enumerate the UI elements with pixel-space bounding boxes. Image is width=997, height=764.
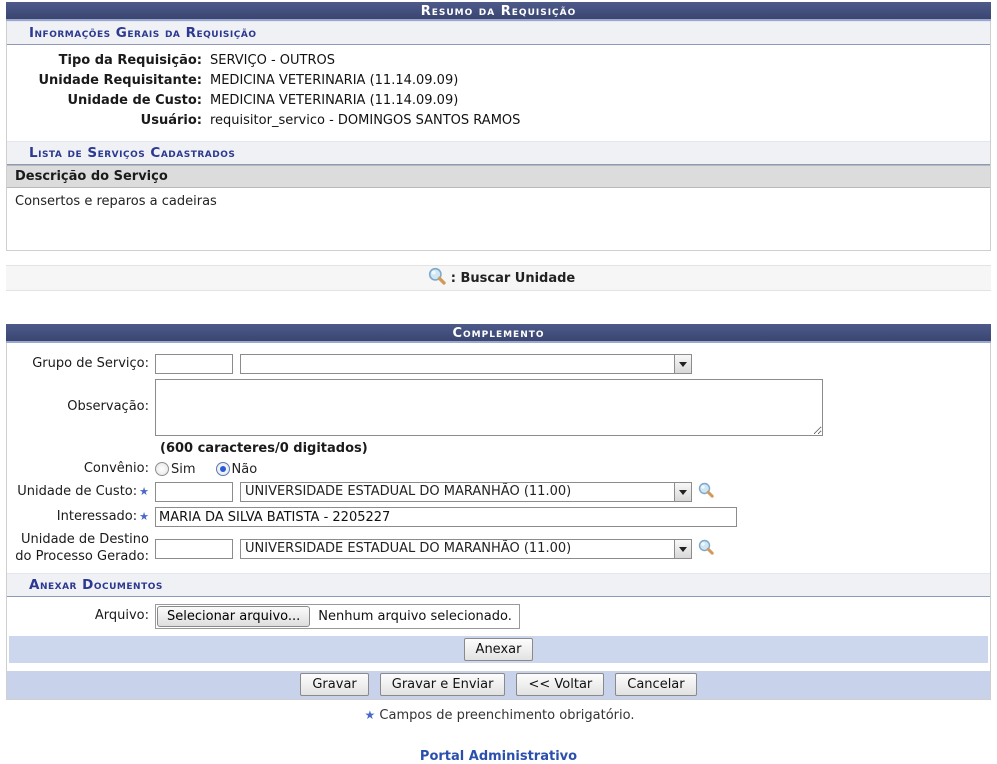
convenio-label: Convênio: [7,461,155,477]
portal-footer: Portal Administrativo [6,749,991,764]
info-label: Unidade de Custo: [7,93,207,108]
grupo-servico-select-value [241,355,674,373]
info-value: SERVIÇO - OUTROS [207,53,335,68]
grupo-servico-label: Grupo de Serviço: [7,356,155,372]
complemento-title: Complemento [452,326,544,341]
info-value: MEDICINA VETERINARIA (11.14.09.09) [207,93,458,108]
required-note-text: Campos de preenchimento obrigatório. [379,708,634,723]
actions-bar: Gravar Gravar e Enviar << Voltar Cancela… [7,671,990,699]
unidade-destino-label: Unidade de Destino do Processo Gerado: [7,532,155,565]
info-row-unidade-requisitante: Unidade Requisitante: MEDICINA VETERINAR… [7,70,990,90]
search-icon[interactable] [698,482,714,502]
page: Resumo da Requisição Informações Gerais … [0,0,997,764]
row-interessado: Interessado:★ [7,507,990,527]
section-lista-servicos: Lista de Serviços Cadastrados [7,141,990,165]
grupo-servico-code-input[interactable] [155,354,233,374]
gravar-e-enviar-button[interactable]: Gravar e Enviar [380,673,506,696]
required-star-icon: ★ [137,510,149,523]
row-arquivo: Arquivo: Selecionar arquivo... Nenhum ar… [7,604,990,629]
info-row-tipo: Tipo da Requisição: SERVIÇO - OUTROS [7,50,990,70]
info-row-unidade-custo: Unidade de Custo: MEDICINA VETERINARIA (… [7,90,990,110]
row-convenio: Convênio: Sim Não [7,461,990,477]
row-unidade-destino: Unidade de Destino do Processo Gerado: U… [7,532,990,565]
anexar-button[interactable]: Anexar [464,638,534,661]
legend-bar: : Buscar Unidade [6,265,991,291]
resumo-title-bar: Resumo da Requisição [6,2,991,21]
required-fields-note: ★ Campos de preenchimento obrigatório. [6,708,991,723]
grupo-servico-select[interactable] [240,354,692,374]
required-star-icon: ★ [137,485,149,498]
complemento-title-bar: Complemento [6,324,991,343]
arquivo-label: Arquivo: [7,608,155,624]
portal-administrativo-link[interactable]: Portal Administrativo [420,749,577,764]
services-column-header: Descrição do Serviço [7,165,990,188]
row-unidade-custo: Unidade de Custo:★ UNIVERSIDADE ESTADUAL… [7,482,990,502]
radio-nao[interactable] [216,462,230,476]
observacao-counter: (600 caracteres/0 digitados) [160,441,990,456]
section-informacoes-gerais: Informações Gerais da Requisição [7,21,990,45]
info-value: MEDICINA VETERINARIA (11.14.09.09) [207,73,458,88]
section-anexar-documentos: Anexar Documentos [7,573,990,597]
search-icon[interactable] [698,539,714,559]
resumo-box: Informações Gerais da Requisição Tipo da… [6,21,991,251]
info-row-usuario: Usuário: requisitor_servico - DOMINGOS S… [7,110,990,130]
convenio-option-nao[interactable]: Não [216,462,258,477]
search-icon [428,267,446,289]
unidade-custo-code-input[interactable] [155,482,233,502]
complemento-box: Grupo de Serviço: Observação: (600 carac… [6,343,991,700]
required-star-icon: ★ [363,708,376,722]
radio-sim[interactable] [155,462,169,476]
convenio-option-sim[interactable]: Sim [155,462,196,477]
unidade-destino-code-input[interactable] [155,539,233,559]
resumo-title: Resumo da Requisição [421,4,577,19]
gravar-button[interactable]: Gravar [300,673,368,696]
radio-sim-label: Sim [171,462,196,477]
table-row: Consertos e reparos a cadeiras [7,188,990,214]
interessado-label: Interessado:★ [7,509,155,525]
chevron-down-icon[interactable] [674,483,691,501]
file-select-button[interactable]: Selecionar arquivo... [157,606,310,627]
anexar-bar: Anexar [9,636,988,663]
info-value: requisitor_servico - DOMINGOS SANTOS RAM… [207,113,520,128]
voltar-button[interactable]: << Voltar [516,673,604,696]
unidade-custo-select-value: UNIVERSIDADE ESTADUAL DO MARANHÃO (11.00… [241,483,674,501]
info-label: Unidade Requisitante: [7,73,207,88]
unidade-custo-select[interactable]: UNIVERSIDADE ESTADUAL DO MARANHÃO (11.00… [240,482,692,502]
info-label: Tipo da Requisição: [7,53,207,68]
file-status-text: Nenhum arquivo selecionado. [311,609,512,624]
cancelar-button[interactable]: Cancelar [615,673,696,696]
chevron-down-icon[interactable] [674,540,691,558]
resumo-box-filler [7,214,990,250]
observacao-label: Observação: [7,399,155,415]
row-observacao: Observação: [7,379,990,436]
file-input[interactable]: Selecionar arquivo... Nenhum arquivo sel… [155,604,520,629]
interessado-input[interactable] [155,507,737,527]
unidade-custo-label: Unidade de Custo:★ [7,484,155,500]
info-label: Usuário: [7,113,207,128]
row-grupo-servico: Grupo de Serviço: [7,354,990,374]
radio-nao-label: Não [232,462,258,477]
unidade-destino-select[interactable]: UNIVERSIDADE ESTADUAL DO MARANHÃO (11.00… [240,539,692,559]
convenio-radio-group: Sim Não [155,462,271,477]
legend-text: : Buscar Unidade [451,271,576,286]
unidade-destino-select-value: UNIVERSIDADE ESTADUAL DO MARANHÃO (11.00… [241,540,674,558]
chevron-down-icon[interactable] [674,355,691,373]
observacao-textarea[interactable] [155,379,823,436]
